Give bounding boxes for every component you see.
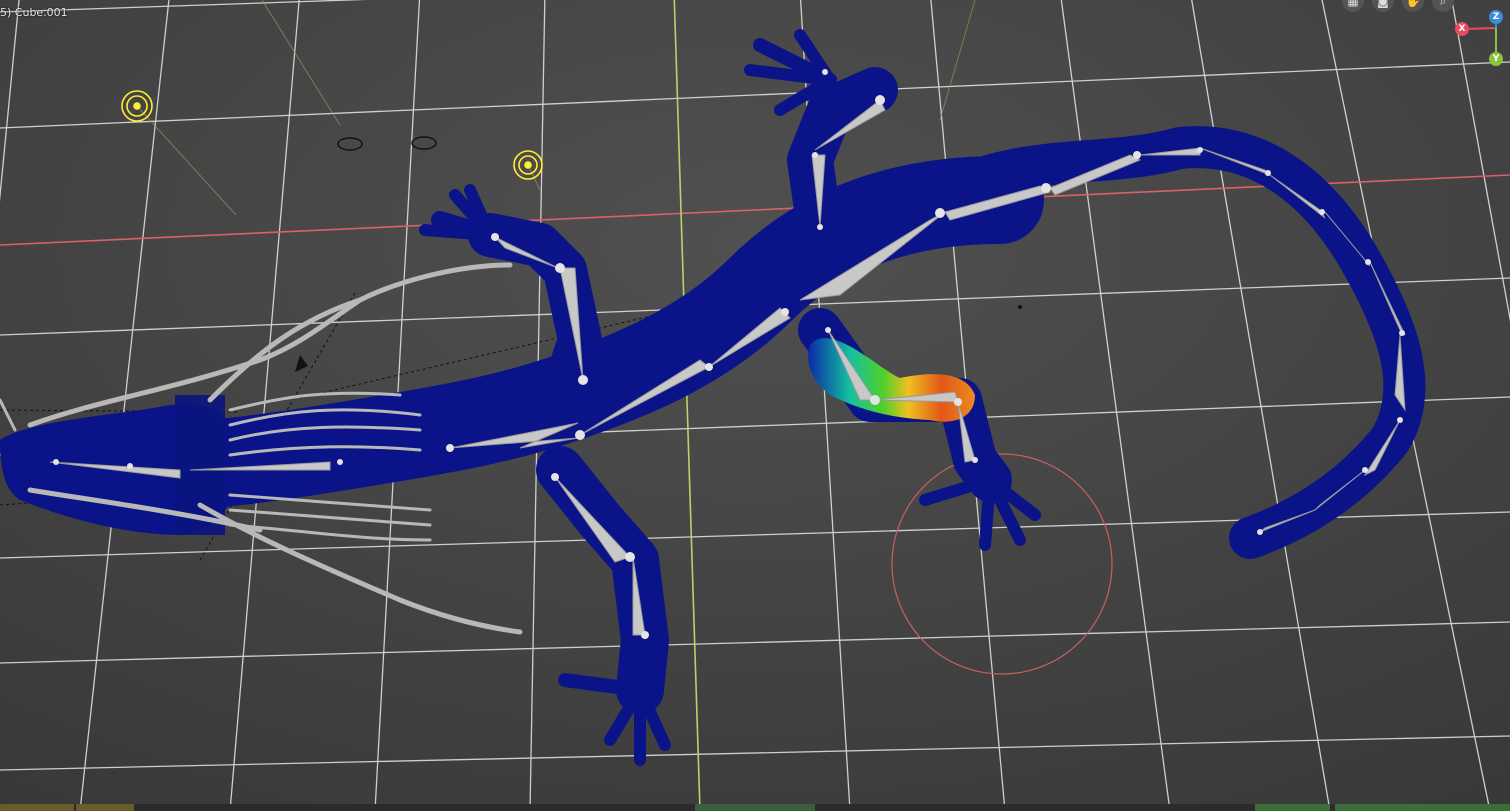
toolbar-segment[interactable] [1335,804,1510,811]
hand-pan-icon[interactable]: ✋ [1402,0,1424,12]
toolbar-segment[interactable] [1255,804,1330,811]
toolbar-segment[interactable] [76,804,134,811]
light-icon[interactable] [121,90,153,122]
camera-icon[interactable]: ◙ [1372,0,1394,12]
gizmo-z-axis[interactable]: Z [1489,10,1503,24]
scene-canvas[interactable] [0,0,1510,811]
3d-viewport[interactable]: 5) Cube.001 ▦ ◙ ✋ ⌕ X Z Y [0,0,1510,811]
gizmo-x-axis[interactable]: X [1455,22,1469,36]
toolbar-segment[interactable] [695,804,815,811]
navigation-tools: ▦ ◙ ✋ ⌕ [1338,0,1462,16]
object-name-label: 5) Cube.001 [0,6,68,19]
axis-gizmo[interactable]: X Z Y [1452,0,1510,70]
zoom-icon[interactable]: ⌕ [1432,0,1454,12]
grid-view-icon[interactable]: ▦ [1342,0,1364,12]
toolbar-segment[interactable] [0,804,74,811]
gizmo-y-axis[interactable]: Y [1489,52,1503,66]
origin-dot [1018,305,1022,309]
